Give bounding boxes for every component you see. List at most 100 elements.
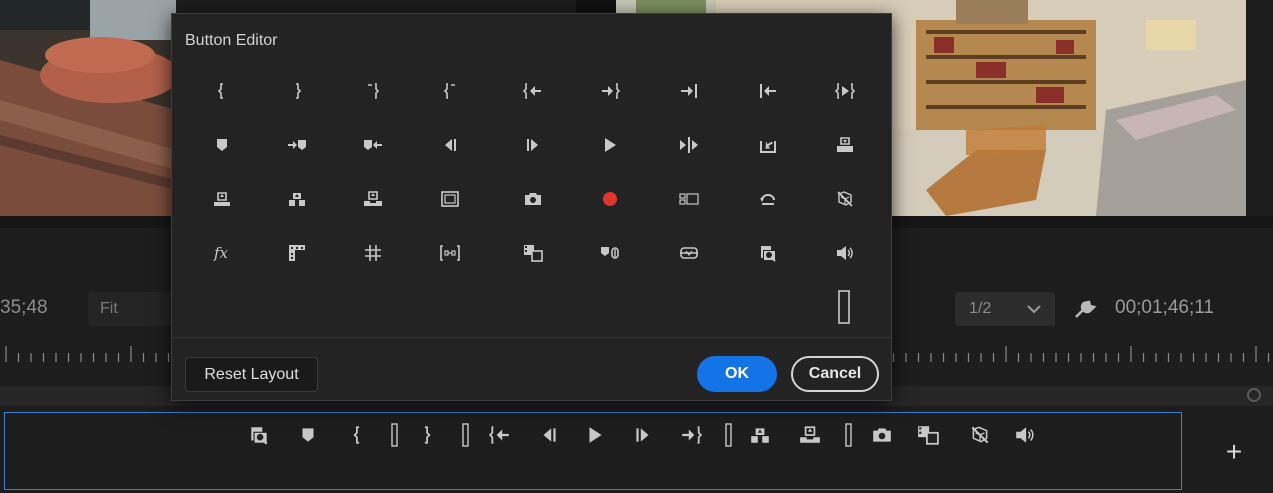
wrench-icon[interactable]: [1073, 297, 1097, 326]
loop-button[interactable]: [738, 177, 798, 221]
scrollbar-handle[interactable]: [1247, 388, 1261, 402]
zoom-level-select[interactable]: Fit: [88, 292, 178, 326]
safe-margins-button[interactable]: [420, 177, 480, 221]
proxy-toggle-button[interactable]: [965, 421, 995, 449]
mark-out-button[interactable]: [267, 69, 327, 113]
lift-icon: [287, 189, 307, 209]
fx-icon: fx: [212, 243, 232, 263]
comparison-view-icon: [917, 424, 939, 446]
step-back-icon: [440, 135, 460, 155]
step-back-button[interactable]: [420, 123, 480, 167]
step-forward-button[interactable]: [628, 421, 658, 449]
mark-in-button[interactable]: [343, 421, 373, 449]
camera-button[interactable]: [503, 177, 563, 221]
go-to-in-button[interactable]: [485, 421, 515, 449]
spacer-icon: [385, 422, 403, 448]
play-around-icon: [679, 135, 699, 155]
step-forward-icon: [632, 424, 654, 446]
step-forward-button[interactable]: [503, 123, 563, 167]
clear-in-icon: [363, 81, 383, 101]
insert-button[interactable]: [738, 123, 798, 167]
zoom-level-value: Fit: [100, 300, 118, 317]
record-icon: [600, 189, 620, 209]
lock-link-button[interactable]: [580, 231, 640, 275]
go-to-prev-marker-button[interactable]: [343, 123, 403, 167]
export-frame-button[interactable]: [244, 421, 274, 449]
spacer-slot[interactable]: [713, 421, 743, 449]
export-frame-button[interactable]: [738, 231, 798, 275]
dialog-divider: [172, 337, 891, 338]
play-icon: [584, 424, 606, 446]
extract-button[interactable]: [343, 177, 403, 221]
lift-button[interactable]: [745, 421, 775, 449]
global-fx-mute-button[interactable]: [659, 231, 719, 275]
spacer-slot[interactable]: [450, 421, 480, 449]
duration-timecode: 00;01;46;11: [1115, 297, 1214, 318]
comparison-view-icon: [523, 243, 543, 263]
ok-button[interactable]: OK: [697, 356, 777, 392]
go-to-in-icon: [489, 424, 511, 446]
extract-icon: [799, 424, 821, 446]
playhead-timecode[interactable]: 35;48: [0, 297, 48, 319]
export-frame-icon: [248, 424, 270, 446]
spacer-button[interactable]: [814, 284, 874, 330]
play-in-to-out-button[interactable]: [815, 69, 875, 113]
step-back-button[interactable]: [534, 421, 564, 449]
camera-icon: [871, 424, 893, 446]
add-marker-button[interactable]: [192, 123, 252, 167]
trim-icon: [440, 243, 460, 263]
play-button[interactable]: [580, 123, 640, 167]
lift-up-icon: [212, 189, 232, 209]
clear-out-icon: [440, 81, 460, 101]
go-to-next-marker-button[interactable]: [267, 123, 327, 167]
go-to-next-edit-button[interactable]: [659, 69, 719, 113]
spacer-slot[interactable]: [833, 421, 863, 449]
camera-icon: [523, 189, 543, 209]
mark-out-button[interactable]: [411, 421, 441, 449]
grid-button[interactable]: [343, 231, 403, 275]
multicam-button[interactable]: [659, 177, 719, 221]
mark-in-button[interactable]: [192, 69, 252, 113]
volume-button[interactable]: [815, 231, 875, 275]
svg-text:fx: fx: [213, 244, 229, 262]
proxy-toggle-icon: [969, 424, 991, 446]
comparison-view-button[interactable]: [503, 231, 563, 275]
fx-button[interactable]: fx: [192, 231, 252, 275]
lift-button[interactable]: [267, 177, 327, 221]
proxy-toggle-button[interactable]: [815, 177, 875, 221]
play-icon: [600, 135, 620, 155]
spacer-slot[interactable]: [379, 421, 409, 449]
go-to-prev-edit-button[interactable]: [738, 69, 798, 113]
volume-icon: [1014, 424, 1036, 446]
play-in-to-out-icon: [835, 81, 855, 101]
add-button[interactable]: +: [1220, 438, 1248, 466]
add-marker-button[interactable]: [293, 421, 323, 449]
spacer-icon: [719, 422, 737, 448]
go-to-in-button[interactable]: [503, 69, 563, 113]
lift-up-button[interactable]: [192, 177, 252, 221]
clear-in-button[interactable]: [343, 69, 403, 113]
spacer-icon: [839, 422, 857, 448]
play-around-button[interactable]: [659, 123, 719, 167]
reset-layout-button[interactable]: Reset Layout: [185, 357, 318, 392]
bedroom-image: [0, 0, 176, 216]
spacer-icon: [834, 289, 854, 325]
record-button[interactable]: [580, 177, 640, 221]
add-marker-icon: [297, 424, 319, 446]
go-to-out-button[interactable]: [580, 69, 640, 113]
vr-video-button[interactable]: [267, 231, 327, 275]
playback-resolution-select[interactable]: 1/2: [955, 292, 1055, 326]
comparison-view-button[interactable]: [913, 421, 943, 449]
cancel-button[interactable]: Cancel: [791, 356, 879, 392]
go-to-out-button[interactable]: [676, 421, 706, 449]
clear-out-button[interactable]: [420, 69, 480, 113]
volume-button[interactable]: [1010, 421, 1040, 449]
safe-margins-icon: [440, 189, 460, 209]
loop-icon: [758, 189, 778, 209]
overwrite-button[interactable]: [815, 123, 875, 167]
play-button[interactable]: [580, 421, 610, 449]
go-to-in-icon: [523, 81, 543, 101]
trim-button[interactable]: [420, 231, 480, 275]
extract-button[interactable]: [795, 421, 825, 449]
camera-button[interactable]: [867, 421, 897, 449]
